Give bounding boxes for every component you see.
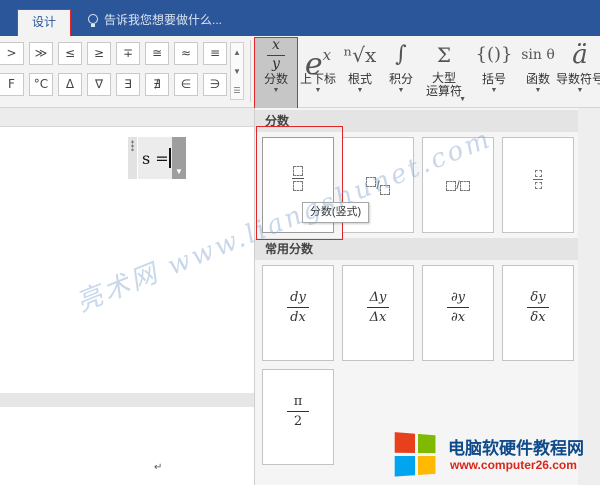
symbol-button[interactable]: ≤ [58, 42, 82, 65]
chevron-down-icon: ▼ [356, 87, 364, 94]
scroll-down-icon[interactable]: ▼ [231, 62, 243, 81]
script-icon: ex [304, 46, 332, 82]
symbol-button[interactable]: ≅ [145, 42, 169, 65]
chevron-down-icon: ▼ [490, 87, 498, 94]
fraction-pi-over-2-item[interactable]: π2 [262, 369, 334, 465]
accent-icon: ä [572, 40, 588, 70]
equation-options-button[interactable]: ▼ [172, 137, 186, 179]
chevron-down-icon: ▼ [576, 87, 584, 94]
fraction-icon: x y [255, 38, 297, 72]
linear-fraction-item[interactable]: / [422, 137, 494, 233]
fraction-small-delta-item[interactable]: δy δx [502, 265, 574, 361]
equation-move-handle[interactable] [128, 137, 137, 179]
symbol-button[interactable]: ∄ [145, 73, 169, 96]
equation-text[interactable]: s = [142, 149, 169, 168]
symbol-button[interactable]: °C [29, 73, 53, 96]
paragraph-mark: ↵ [154, 462, 163, 473]
integral-icon: ∫ [395, 42, 407, 67]
accent-button[interactable]: ä 导数符号 ▼ [556, 38, 600, 106]
scroll-up-icon[interactable]: ▲ [231, 43, 243, 62]
fraction-dy-dx-item[interactable]: dy dx [262, 265, 334, 361]
chevron-down-icon: ▼ [459, 96, 466, 103]
bracket-icon: {()} [475, 44, 513, 65]
text-cursor [169, 148, 171, 168]
accent-label: 导数符号 [556, 72, 600, 86]
title-bar: 设计 告诉我您想要做什么... [0, 0, 600, 37]
large-operator-button[interactable]: Σ 大型 运算符 ▼ [424, 38, 466, 106]
integral-button[interactable]: ∫ 积分 ▼ [382, 38, 420, 106]
bracket-button[interactable]: {()} 括号 ▼ [474, 38, 514, 106]
fraction-delta-y-x-item[interactable]: Δy Δx [342, 265, 414, 361]
gallery-scrollbar[interactable] [578, 108, 600, 485]
symbol-gallery-scroll[interactable]: ▲ ▼ ☰ [230, 42, 244, 100]
symbol-button[interactable]: ∈ [174, 73, 198, 96]
radical-button[interactable]: ⁿ√x 根式 ▼ [342, 38, 378, 106]
script-label: 上下标 [299, 72, 336, 86]
radical-label: 根式 [347, 72, 372, 86]
symbol-button[interactable]: ∇ [87, 73, 111, 96]
large-operator-label: 大型 运算符 [425, 71, 462, 98]
symbol-button[interactable]: ≫ [29, 42, 53, 65]
tab-design[interactable]: 设计 [17, 9, 71, 37]
symbol-button[interactable]: ≥ [87, 42, 111, 65]
script-button[interactable]: ex 上下标 ▼ [298, 38, 338, 106]
symbol-gallery: > ≫ ≤ ≥ ∓ ≅ ≈ ≡ F °C Δ ∇ ∃ ∄ ∈ ∋ [0, 42, 232, 96]
symbol-button[interactable]: ∋ [203, 73, 227, 96]
bracket-label: 括号 [481, 72, 506, 86]
chevron-down-icon: ▼ [534, 87, 542, 94]
small-fraction-item[interactable] [502, 137, 574, 233]
function-label: 函数 [525, 72, 550, 86]
symbol-button[interactable]: ∓ [116, 42, 140, 65]
ribbon-divider [250, 40, 251, 102]
sigma-icon: Σ [436, 43, 452, 67]
gallery-more-icon[interactable]: ☰ [231, 81, 243, 100]
fraction-button[interactable]: x y 分数 ▼ [254, 37, 298, 109]
tooltip: 分数(竖式) [302, 202, 369, 223]
fraction-gallery: 分数 / / 常用分数 dy dx Δy Δx ∂y ∂x δy δx π2 [254, 108, 600, 485]
function-icon: sin θ [521, 47, 555, 63]
fraction-partial-y-x-item[interactable]: ∂y ∂x [422, 265, 494, 361]
function-button[interactable]: sin θ 函数 ▼ [518, 38, 558, 106]
chevron-down-icon: ▼ [314, 87, 322, 94]
symbol-button[interactable]: > [0, 42, 24, 65]
ruler-strip [0, 108, 254, 127]
ribbon: > ≫ ≤ ≥ ∓ ≅ ≈ ≡ F °C Δ ∇ ∃ ∄ ∈ ∋ ▲ ▼ ☰ x… [0, 36, 600, 109]
integral-label: 积分 [388, 72, 413, 86]
section-header-fraction: 分数 [255, 110, 579, 132]
chevron-down-icon: ▼ [397, 87, 405, 94]
symbol-button[interactable]: F [0, 73, 24, 96]
tell-me-box[interactable]: 告诉我您想要做什么... [88, 11, 222, 29]
symbol-button[interactable]: ≡ [203, 42, 227, 65]
symbol-button[interactable]: ∃ [116, 73, 140, 96]
chevron-down-icon: ▼ [175, 167, 183, 176]
lightbulb-icon [88, 13, 98, 27]
radical-icon: ⁿ√x [343, 43, 377, 67]
document-page[interactable] [0, 127, 254, 485]
tell-me-text: 告诉我您想要做什么... [104, 13, 223, 27]
symbol-button[interactable]: ≈ [174, 42, 198, 65]
section-header-common-fractions: 常用分数 [255, 238, 579, 260]
page-gap [0, 393, 254, 407]
fraction-label: 分数 [263, 72, 288, 86]
chevron-down-icon: ▼ [272, 87, 280, 94]
symbol-button[interactable]: Δ [58, 73, 82, 96]
